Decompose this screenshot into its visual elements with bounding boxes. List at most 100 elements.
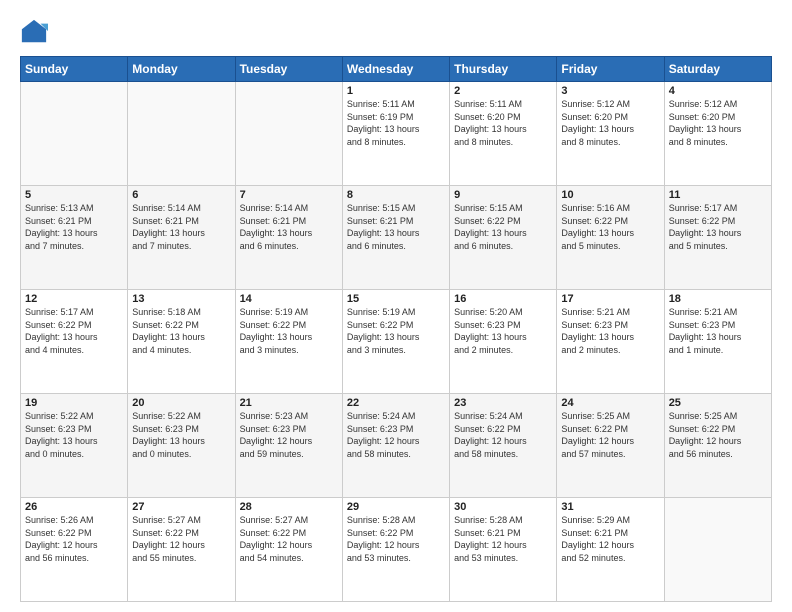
header [20, 18, 772, 46]
calendar-cell [21, 82, 128, 186]
calendar-cell: 6Sunrise: 5:14 AMSunset: 6:21 PMDaylight… [128, 186, 235, 290]
calendar-cell: 3Sunrise: 5:12 AMSunset: 6:20 PMDaylight… [557, 82, 664, 186]
calendar-cell: 15Sunrise: 5:19 AMSunset: 6:22 PMDayligh… [342, 290, 449, 394]
day-info: Sunrise: 5:22 AMSunset: 6:23 PMDaylight:… [132, 410, 230, 460]
calendar-cell: 13Sunrise: 5:18 AMSunset: 6:22 PMDayligh… [128, 290, 235, 394]
day-number: 18 [669, 293, 767, 305]
calendar-cell: 2Sunrise: 5:11 AMSunset: 6:20 PMDaylight… [450, 82, 557, 186]
day-number: 30 [454, 501, 552, 513]
calendar-cell: 23Sunrise: 5:24 AMSunset: 6:22 PMDayligh… [450, 394, 557, 498]
day-info: Sunrise: 5:19 AMSunset: 6:22 PMDaylight:… [347, 306, 445, 356]
day-info: Sunrise: 5:23 AMSunset: 6:23 PMDaylight:… [240, 410, 338, 460]
calendar-week-row: 12Sunrise: 5:17 AMSunset: 6:22 PMDayligh… [21, 290, 772, 394]
day-info: Sunrise: 5:27 AMSunset: 6:22 PMDaylight:… [132, 514, 230, 564]
day-info: Sunrise: 5:18 AMSunset: 6:22 PMDaylight:… [132, 306, 230, 356]
day-info: Sunrise: 5:19 AMSunset: 6:22 PMDaylight:… [240, 306, 338, 356]
day-number: 2 [454, 85, 552, 97]
calendar-cell: 14Sunrise: 5:19 AMSunset: 6:22 PMDayligh… [235, 290, 342, 394]
day-number: 27 [132, 501, 230, 513]
calendar-header-day: Tuesday [235, 57, 342, 82]
calendar-cell: 31Sunrise: 5:29 AMSunset: 6:21 PMDayligh… [557, 498, 664, 602]
day-info: Sunrise: 5:11 AMSunset: 6:19 PMDaylight:… [347, 98, 445, 148]
day-info: Sunrise: 5:14 AMSunset: 6:21 PMDaylight:… [240, 202, 338, 252]
day-number: 17 [561, 293, 659, 305]
day-number: 10 [561, 189, 659, 201]
day-info: Sunrise: 5:12 AMSunset: 6:20 PMDaylight:… [669, 98, 767, 148]
calendar-cell: 27Sunrise: 5:27 AMSunset: 6:22 PMDayligh… [128, 498, 235, 602]
day-info: Sunrise: 5:28 AMSunset: 6:21 PMDaylight:… [454, 514, 552, 564]
day-number: 11 [669, 189, 767, 201]
day-number: 8 [347, 189, 445, 201]
day-info: Sunrise: 5:21 AMSunset: 6:23 PMDaylight:… [669, 306, 767, 356]
calendar-cell: 16Sunrise: 5:20 AMSunset: 6:23 PMDayligh… [450, 290, 557, 394]
calendar-header-day: Wednesday [342, 57, 449, 82]
day-number: 24 [561, 397, 659, 409]
day-info: Sunrise: 5:29 AMSunset: 6:21 PMDaylight:… [561, 514, 659, 564]
day-number: 21 [240, 397, 338, 409]
day-info: Sunrise: 5:12 AMSunset: 6:20 PMDaylight:… [561, 98, 659, 148]
day-number: 7 [240, 189, 338, 201]
calendar-cell: 1Sunrise: 5:11 AMSunset: 6:19 PMDaylight… [342, 82, 449, 186]
day-number: 14 [240, 293, 338, 305]
day-info: Sunrise: 5:13 AMSunset: 6:21 PMDaylight:… [25, 202, 123, 252]
day-number: 23 [454, 397, 552, 409]
calendar-week-row: 26Sunrise: 5:26 AMSunset: 6:22 PMDayligh… [21, 498, 772, 602]
calendar-header-day: Saturday [664, 57, 771, 82]
calendar-cell: 24Sunrise: 5:25 AMSunset: 6:22 PMDayligh… [557, 394, 664, 498]
day-number: 20 [132, 397, 230, 409]
calendar-cell: 5Sunrise: 5:13 AMSunset: 6:21 PMDaylight… [21, 186, 128, 290]
calendar-cell: 21Sunrise: 5:23 AMSunset: 6:23 PMDayligh… [235, 394, 342, 498]
calendar-cell: 12Sunrise: 5:17 AMSunset: 6:22 PMDayligh… [21, 290, 128, 394]
calendar-table: SundayMondayTuesdayWednesdayThursdayFrid… [20, 56, 772, 602]
calendar-cell: 4Sunrise: 5:12 AMSunset: 6:20 PMDaylight… [664, 82, 771, 186]
day-info: Sunrise: 5:28 AMSunset: 6:22 PMDaylight:… [347, 514, 445, 564]
day-number: 13 [132, 293, 230, 305]
calendar-week-row: 5Sunrise: 5:13 AMSunset: 6:21 PMDaylight… [21, 186, 772, 290]
calendar-header-day: Monday [128, 57, 235, 82]
calendar-cell: 19Sunrise: 5:22 AMSunset: 6:23 PMDayligh… [21, 394, 128, 498]
day-info: Sunrise: 5:17 AMSunset: 6:22 PMDaylight:… [669, 202, 767, 252]
day-number: 15 [347, 293, 445, 305]
calendar-cell: 9Sunrise: 5:15 AMSunset: 6:22 PMDaylight… [450, 186, 557, 290]
day-info: Sunrise: 5:17 AMSunset: 6:22 PMDaylight:… [25, 306, 123, 356]
calendar-cell [664, 498, 771, 602]
day-number: 22 [347, 397, 445, 409]
calendar-cell: 18Sunrise: 5:21 AMSunset: 6:23 PMDayligh… [664, 290, 771, 394]
calendar-cell: 11Sunrise: 5:17 AMSunset: 6:22 PMDayligh… [664, 186, 771, 290]
day-number: 1 [347, 85, 445, 97]
day-info: Sunrise: 5:24 AMSunset: 6:22 PMDaylight:… [454, 410, 552, 460]
day-number: 5 [25, 189, 123, 201]
day-info: Sunrise: 5:20 AMSunset: 6:23 PMDaylight:… [454, 306, 552, 356]
day-info: Sunrise: 5:16 AMSunset: 6:22 PMDaylight:… [561, 202, 659, 252]
calendar-header-day: Sunday [21, 57, 128, 82]
calendar-cell [128, 82, 235, 186]
day-number: 4 [669, 85, 767, 97]
calendar-cell: 29Sunrise: 5:28 AMSunset: 6:22 PMDayligh… [342, 498, 449, 602]
day-info: Sunrise: 5:22 AMSunset: 6:23 PMDaylight:… [25, 410, 123, 460]
calendar-week-row: 19Sunrise: 5:22 AMSunset: 6:23 PMDayligh… [21, 394, 772, 498]
calendar-week-row: 1Sunrise: 5:11 AMSunset: 6:19 PMDaylight… [21, 82, 772, 186]
day-info: Sunrise: 5:15 AMSunset: 6:21 PMDaylight:… [347, 202, 445, 252]
calendar-cell: 28Sunrise: 5:27 AMSunset: 6:22 PMDayligh… [235, 498, 342, 602]
calendar-header-day: Friday [557, 57, 664, 82]
calendar-cell: 17Sunrise: 5:21 AMSunset: 6:23 PMDayligh… [557, 290, 664, 394]
day-number: 9 [454, 189, 552, 201]
day-number: 29 [347, 501, 445, 513]
day-info: Sunrise: 5:21 AMSunset: 6:23 PMDaylight:… [561, 306, 659, 356]
day-number: 16 [454, 293, 552, 305]
day-info: Sunrise: 5:25 AMSunset: 6:22 PMDaylight:… [669, 410, 767, 460]
calendar-cell: 7Sunrise: 5:14 AMSunset: 6:21 PMDaylight… [235, 186, 342, 290]
calendar-cell: 8Sunrise: 5:15 AMSunset: 6:21 PMDaylight… [342, 186, 449, 290]
day-number: 31 [561, 501, 659, 513]
day-number: 26 [25, 501, 123, 513]
calendar-cell [235, 82, 342, 186]
day-number: 25 [669, 397, 767, 409]
day-info: Sunrise: 5:25 AMSunset: 6:22 PMDaylight:… [561, 410, 659, 460]
day-number: 19 [25, 397, 123, 409]
day-info: Sunrise: 5:15 AMSunset: 6:22 PMDaylight:… [454, 202, 552, 252]
day-info: Sunrise: 5:27 AMSunset: 6:22 PMDaylight:… [240, 514, 338, 564]
calendar-cell: 10Sunrise: 5:16 AMSunset: 6:22 PMDayligh… [557, 186, 664, 290]
calendar-cell: 26Sunrise: 5:26 AMSunset: 6:22 PMDayligh… [21, 498, 128, 602]
day-number: 28 [240, 501, 338, 513]
page: SundayMondayTuesdayWednesdayThursdayFrid… [0, 0, 792, 612]
